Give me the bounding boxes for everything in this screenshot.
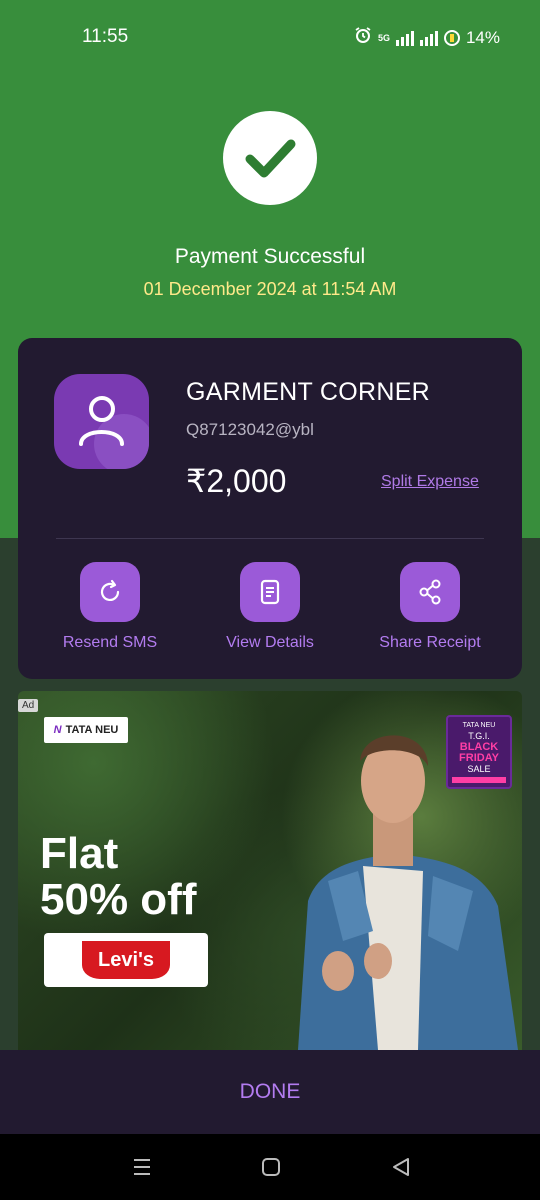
merchant-name: GARMENT CORNER	[186, 378, 431, 406]
levis-logo: Levi's	[82, 941, 170, 979]
share-icon	[419, 579, 441, 605]
payment-details-card: GARMENT CORNER Q87123042@ybl ₹2,000 Spli…	[18, 338, 522, 679]
card-divider	[56, 538, 484, 539]
done-button[interactable]: DONE	[0, 1080, 540, 1104]
person-icon	[79, 396, 124, 446]
resend-sms-button[interactable]: Resend SMS	[50, 562, 170, 652]
signal-icon	[395, 30, 414, 46]
refresh-icon	[100, 579, 120, 601]
view-details-button[interactable]: View Details	[210, 562, 330, 652]
back-icon[interactable]	[390, 1156, 412, 1178]
merchant-avatar	[54, 374, 149, 469]
badge-brand: TATA NEU	[462, 722, 496, 729]
ad-headline-line-2: 50% off	[40, 875, 197, 924]
tata-neu-logo: N TATA NEU	[44, 717, 128, 743]
share-receipt-button[interactable]: Share Receipt	[370, 562, 490, 652]
black-friday-badge: TATA NEU T.G.I. BLACK FRIDAY SALE	[446, 715, 512, 789]
status-icons: 5G 14%	[354, 26, 500, 49]
ad-tag: Ad	[18, 699, 39, 712]
recent-apps-icon[interactable]	[132, 1156, 152, 1178]
view-details-label: View Details	[226, 634, 314, 651]
ad-headline: Flat 50% off	[40, 831, 196, 923]
system-nav-bar	[0, 1134, 540, 1200]
payment-status-title: Payment Successful	[174, 245, 366, 268]
ad-banner[interactable]: Ad N TATA NEU TATA NEU T.G.I. BLACK FRID…	[18, 691, 522, 1050]
battery-percent: 14%	[465, 27, 500, 47]
alarm-icon	[354, 26, 372, 49]
home-icon[interactable]	[260, 1156, 282, 1178]
badge-line-4: SALE	[467, 764, 491, 774]
badge-line-3: FRIDAY	[459, 752, 499, 764]
battery-saver-icon	[443, 29, 460, 46]
payment-datetime: 01 December 2024 at 11:54 AM	[143, 279, 397, 299]
success-check-icon	[223, 111, 317, 205]
signal-icon-secondary	[419, 30, 438, 46]
tata-neu-text: TATA NEU	[65, 724, 119, 736]
network-type-label: 5G	[377, 32, 390, 43]
resend-sms-label: Resend SMS	[62, 634, 158, 651]
payment-amount: ₹2,000	[186, 463, 287, 499]
tata-neu-icon: N	[53, 724, 62, 736]
ad-headline-line-1: Flat	[40, 829, 119, 878]
document-icon	[260, 579, 280, 605]
badge-date-bar	[452, 777, 506, 783]
status-bar: 11:55 5G 14%	[0, 0, 540, 72]
levis-logo-box: Levi's	[44, 933, 208, 987]
split-expense-link[interactable]: Split Expense	[381, 473, 479, 491]
share-receipt-label: Share Receipt	[379, 634, 481, 651]
status-time: 11:55	[82, 26, 129, 47]
merchant-upi-id: Q87123042@ybl	[186, 420, 314, 439]
